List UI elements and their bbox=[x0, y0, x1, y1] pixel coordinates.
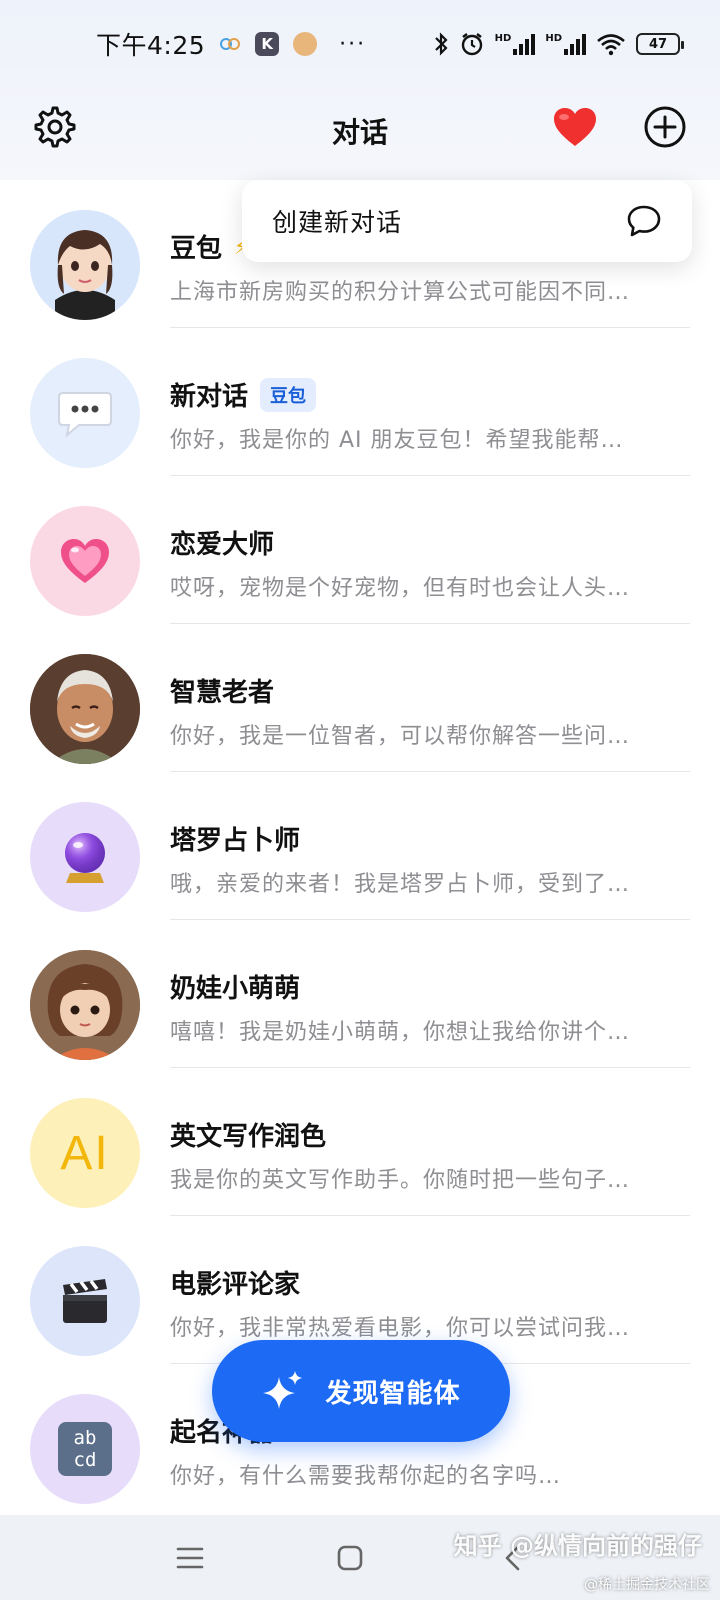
chat-name: 电影评论家 bbox=[170, 1270, 301, 1300]
create-new-chat-label: 创建新对话 bbox=[272, 208, 403, 237]
chat-preview: 哎呀，宠物是个好宠物，但有时也会让人头… bbox=[170, 576, 631, 601]
chat-preview: 你好，我非常热爱看电影，你可以尝试问我… bbox=[170, 1316, 631, 1341]
chat-item-english-writing[interactable]: AI 英文写作润色 我是你的英文写作助手。你随时把一些句子… bbox=[0, 1068, 720, 1216]
avatar: ab cd bbox=[30, 1394, 140, 1504]
watermark-sub: @稀土掘金技术社区 bbox=[584, 1577, 710, 1593]
chat-name: 新对话 豆包 bbox=[170, 376, 317, 413]
add-chat-button[interactable] bbox=[640, 102, 690, 152]
favorite-button[interactable] bbox=[550, 102, 600, 152]
chat-item-wise-elder[interactable]: 智慧老者 你好，我是一位智者，可以帮你解答一些问… bbox=[0, 624, 720, 772]
chat-preview: 我是你的英文写作助手。你随时把一些句子… bbox=[170, 1168, 631, 1193]
square-icon bbox=[337, 1545, 363, 1571]
recent-apps-button[interactable] bbox=[165, 1533, 215, 1583]
cloud-app-icon bbox=[219, 33, 241, 55]
chat-bubble-icon bbox=[626, 204, 662, 238]
settings-button[interactable] bbox=[30, 102, 80, 152]
face-app-icon bbox=[293, 32, 318, 56]
bot-tag: 豆包 bbox=[260, 377, 317, 412]
chat-preview: 上海市新房购买的积分计算公式可能因不同… bbox=[170, 280, 631, 305]
sparkle-icon bbox=[263, 1371, 303, 1409]
chat-name: 英文写作润色 bbox=[170, 1122, 327, 1152]
watermark: 知乎 @纵情向前的强仔 bbox=[453, 1532, 702, 1560]
chat-preview: 你好，我是你的 AI 朋友豆包！希望我能帮… bbox=[170, 428, 624, 453]
chat-item-tarot[interactable]: 塔罗占卜师 哦，亲爱的来者！我是塔罗占卜师，受到了… bbox=[0, 772, 720, 920]
avatar bbox=[30, 950, 140, 1060]
discover-agents-button[interactable]: 发现智能体 bbox=[212, 1340, 510, 1442]
bluetooth-icon bbox=[433, 31, 449, 57]
ai-text-icon: AI bbox=[60, 1126, 110, 1180]
child-avatar-icon bbox=[30, 950, 140, 1060]
avatar bbox=[30, 802, 140, 912]
wifi-icon bbox=[596, 32, 626, 56]
home-button[interactable] bbox=[325, 1533, 375, 1583]
chat-preview: 你好，我是一位智者，可以帮你解答一些问… bbox=[170, 724, 631, 749]
gear-icon bbox=[34, 106, 76, 148]
chat-list: 豆包 ⚡ 上海市新房购买的积分计算公式可能因不同… 新对话 豆包 你好，我是你的… bbox=[0, 180, 720, 1515]
speech-bubble-icon bbox=[58, 392, 112, 438]
abcd-icon: ab cd bbox=[58, 1422, 112, 1476]
status-bar: 下午4:25 K ··· HD HD 47 bbox=[0, 0, 720, 88]
chat-preview: 你好，有什么需要我帮你起的名字吗… bbox=[170, 1464, 562, 1489]
page-title: 对话 bbox=[331, 116, 388, 149]
avatar bbox=[30, 654, 140, 764]
heart-icon bbox=[554, 108, 596, 146]
new-chat-popover[interactable]: 创建新对话 bbox=[242, 180, 692, 262]
chat-name: 恋爱大师 bbox=[170, 530, 275, 560]
girl-avatar-icon bbox=[30, 210, 140, 320]
signal-1-icon: HD bbox=[495, 33, 536, 55]
avatar bbox=[30, 358, 140, 468]
avatar bbox=[30, 506, 140, 616]
k-app-icon: K bbox=[255, 32, 280, 56]
signal-2-icon: HD bbox=[545, 33, 586, 55]
chat-name: 智慧老者 bbox=[170, 678, 275, 708]
menu-icon bbox=[176, 1547, 204, 1569]
more-notifications-icon: ··· bbox=[339, 31, 367, 57]
elder-avatar-icon bbox=[30, 654, 140, 764]
chat-name: 豆包 ⚡ bbox=[170, 228, 248, 265]
chat-name: 塔罗占卜师 bbox=[170, 826, 301, 856]
crystal-ball-icon bbox=[65, 833, 105, 883]
chat-name: 奶娃小萌萌 bbox=[170, 974, 301, 1004]
avatar: AI bbox=[30, 1098, 140, 1208]
header: 对话 bbox=[0, 88, 720, 178]
chat-preview: 嘻嘻！我是奶娃小萌萌，你想让我给你讲个… bbox=[170, 1020, 631, 1045]
chat-item-love-master[interactable]: 恋爱大师 哎呀，宠物是个好宠物，但有时也会让人头… bbox=[0, 476, 720, 624]
plus-circle-icon bbox=[644, 106, 686, 148]
clapperboard-icon bbox=[63, 1279, 107, 1323]
chat-item-baby-mengmeng[interactable]: 奶娃小萌萌 嘻嘻！我是奶娃小萌萌，你想让我给你讲个… bbox=[0, 920, 720, 1068]
chat-preview: 哦，亲爱的来者！我是塔罗占卜师，受到了… bbox=[170, 872, 631, 897]
discover-agents-label: 发现智能体 bbox=[325, 1378, 461, 1409]
avatar bbox=[30, 210, 140, 320]
battery-indicator: 47 bbox=[636, 33, 684, 55]
heart-gift-icon bbox=[61, 539, 109, 583]
avatar bbox=[30, 1246, 140, 1356]
alarm-icon bbox=[459, 31, 485, 57]
status-time: 下午4:25 bbox=[96, 31, 206, 60]
chat-item-new-chat[interactable]: 新对话 豆包 你好，我是你的 AI 朋友豆包！希望我能帮… bbox=[0, 328, 720, 476]
